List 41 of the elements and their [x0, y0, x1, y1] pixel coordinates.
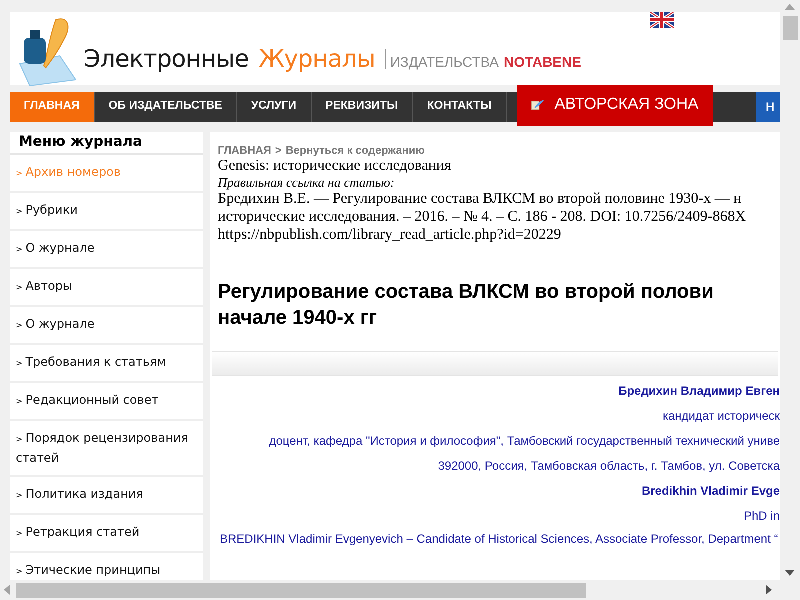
site-title-word: Журналы [258, 44, 376, 75]
scroll-thumb[interactable] [782, 16, 798, 40]
author-info: PhD in [744, 509, 780, 524]
citation-label: Правильная ссылка на статью: [218, 175, 396, 190]
abstract-text: BREDIKHIN Vladimir Evgenyevich – Candidate of Historical Sciences, Associate Professor, Department “ [219, 532, 778, 546]
sidebar-item[interactable]: > Порядок рецензирования статей [10, 421, 203, 477]
scroll-up-arrow-icon[interactable] [785, 4, 795, 10]
article-title: начале 1940-х гг [218, 306, 378, 331]
sidebar-item[interactable]: > Требования к статьям [10, 345, 203, 383]
article-title: Регулирование состава ВЛКСМ во второй полови [218, 280, 715, 305]
publisher-name: NOTABENE [504, 53, 582, 72]
citation-text: Бредихин В.Е. — Регулирование состава ВЛКСМ во второй половине 1930-х — н [218, 190, 743, 208]
author-zone-button[interactable]: АВТОРСКАЯ ЗОНА [516, 84, 713, 126]
sidebar-item[interactable]: > Редакционный совет [10, 383, 203, 421]
sidebar-item[interactable]: > Авторы [10, 269, 203, 307]
breadcrumb-link[interactable]: ГЛАВНАЯ [218, 144, 272, 158]
scroll-down-arrow-icon[interactable] [785, 570, 795, 576]
uk-flag-icon[interactable] [650, 12, 674, 28]
sidebar-title: Меню журнала [10, 132, 203, 155]
site-title-word: Электронные [84, 44, 249, 75]
nav-tab[interactable]: РЕКВИЗИТЫ [312, 92, 414, 122]
scroll-right-arrow-icon[interactable] [766, 585, 772, 595]
sidebar-item[interactable]: > Ретракция статей [10, 515, 203, 553]
scroll-thumb[interactable] [16, 582, 586, 598]
sidebar-item[interactable]: > Политика издания [10, 477, 203, 515]
sidebar-item[interactable]: > О журнале [10, 307, 203, 345]
journal-name: Genesis: исторические исследования [218, 158, 452, 175]
scroll-left-arrow-icon[interactable] [4, 585, 10, 595]
author-info: доцент, кафедра "История и философия", Тамбовский государственный технический униве [269, 434, 780, 449]
breadcrumb-separator: > [275, 144, 282, 158]
publisher-label: ИЗДАТЕЛЬСТВА [390, 53, 499, 72]
citation-text: https://nbpublish.com/library_read_article.php?id=20229 [218, 226, 562, 244]
breadcrumb-link[interactable]: Вернуться к содержанию [286, 144, 426, 158]
author-info: 392000, Россия, Тамбовская область, г. Тамбов, ул. Советска [438, 459, 780, 474]
author-name: Бредихин Владимир Евген [618, 384, 780, 399]
sidebar-item[interactable]: > О журнале [10, 231, 203, 269]
author-name: Bredikhin Vladimir Evge [642, 484, 780, 499]
nav-tab[interactable]: Н [756, 92, 780, 122]
citation-text: исторические исследования. – 2016. – № 4. – С. 186 - 208. DOI: 10.7256/2409-868X [218, 208, 748, 226]
sidebar-item[interactable]: > Рубрики [10, 193, 203, 231]
author-info: кандидат историческ [662, 409, 780, 424]
